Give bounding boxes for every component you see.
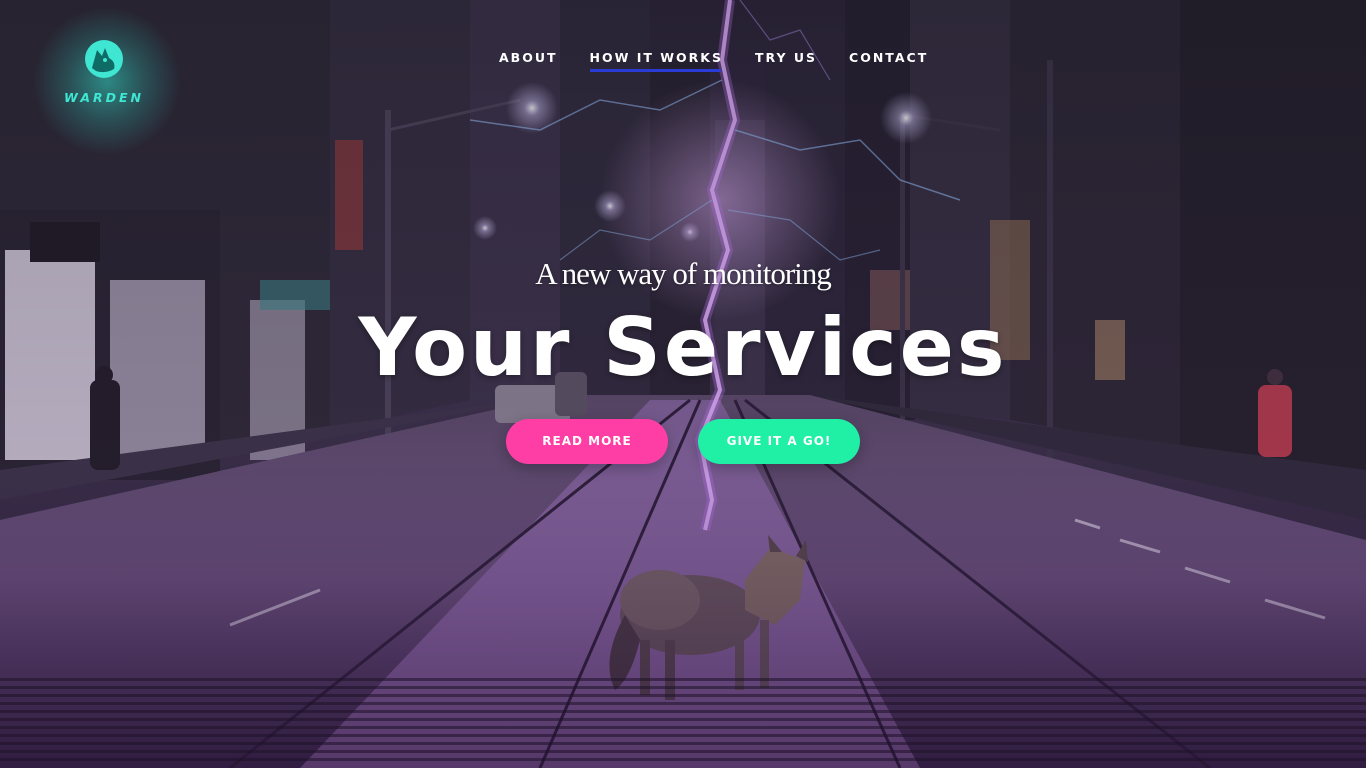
hero-headline: Your Services bbox=[358, 301, 1008, 394]
logo-glow bbox=[32, 6, 182, 156]
read-more-button[interactable]: READ MORE bbox=[506, 419, 668, 464]
hero-section: WARDEN ABOUT HOW IT WORKS TRY US CONTACT… bbox=[0, 0, 1366, 768]
brand-logo[interactable]: WARDEN bbox=[32, 6, 182, 156]
nav-contact[interactable]: CONTACT bbox=[833, 50, 944, 66]
give-it-a-go-button[interactable]: GIVE IT A GO! bbox=[698, 419, 860, 464]
nav-try-us[interactable]: TRY US bbox=[739, 50, 833, 66]
main-nav: ABOUT HOW IT WORKS TRY US CONTACT bbox=[483, 50, 944, 72]
wolf-head-logo-icon bbox=[83, 38, 125, 80]
nav-how-it-works[interactable]: HOW IT WORKS bbox=[574, 50, 740, 72]
hero-tagline: A new way of monitoring bbox=[535, 256, 832, 291]
nav-about[interactable]: ABOUT bbox=[483, 50, 574, 66]
brand-name: WARDEN bbox=[63, 90, 145, 105]
